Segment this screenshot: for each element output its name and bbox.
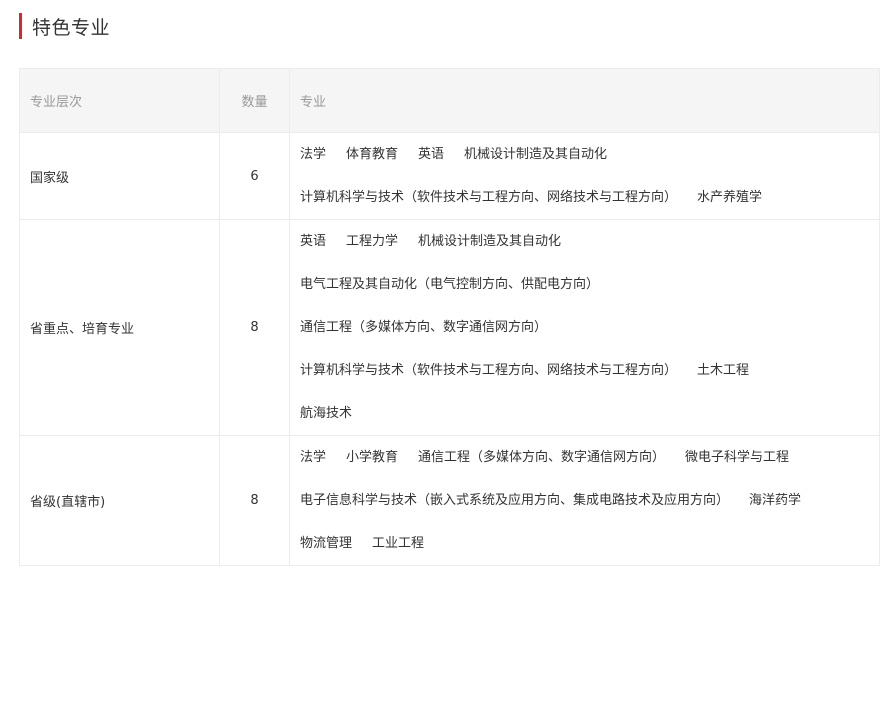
majors-table: 专业层次 数量 专业 国家级 6 法学 体育教育 英语 机械设计制造及其自动化 计算机科学与… [19, 68, 880, 566]
major-item: 英语 [300, 234, 327, 249]
section-accent-bar [19, 13, 22, 39]
major-item: 土木工程 [697, 363, 750, 378]
major-item: 小学教育 [346, 450, 399, 465]
majors-line: 航海技术 [300, 392, 869, 435]
header-count: 数量 [219, 68, 290, 133]
major-item: 工程力学 [346, 234, 399, 249]
major-item: 法学 [300, 450, 327, 465]
major-item: 机械设计制造及其自动化 [464, 147, 608, 162]
header-level: 专业层次 [19, 68, 220, 133]
major-item: 计算机科学与技术（软件技术与工程方向、网络技术与工程方向） [300, 190, 678, 205]
level-cell: 省级(直辖市) [19, 435, 220, 566]
majors-cell: 法学 体育教育 英语 机械设计制造及其自动化计算机科学与技术（软件技术与工程方向、网络… [289, 132, 880, 220]
count-cell: 6 [219, 132, 290, 220]
majors-cell: 法学 小学教育 通信工程（多媒体方向、数字通信网方向） 微电子科学与工程电子信息科学与… [289, 435, 880, 566]
major-item: 机械设计制造及其自动化 [418, 234, 562, 249]
major-item: 体育教育 [346, 147, 399, 162]
major-item: 通信工程（多媒体方向、数字通信网方向） [300, 320, 548, 335]
major-item: 法学 [300, 147, 327, 162]
majors-line: 电气工程及其自动化（电气控制方向、供配电方向） [300, 263, 869, 306]
major-item: 通信工程（多媒体方向、数字通信网方向） [418, 450, 666, 465]
section-header: 特色专业 [19, 13, 110, 39]
majors-line: 电子信息科学与技术（嵌入式系统及应用方向、集成电路技术及应用方向） 海洋药学 [300, 479, 869, 522]
table-header-row: 专业层次 数量 专业 [19, 68, 880, 133]
section-title: 特色专业 [32, 16, 111, 39]
majors-line: 计算机科学与技术（软件技术与工程方向、网络技术与工程方向） 水产养殖学 [300, 176, 869, 219]
table-row: 国家级 6 法学 体育教育 英语 机械设计制造及其自动化计算机科学与技术（软件技术与工程方… [19, 132, 880, 220]
majors-line: 法学 体育教育 英语 机械设计制造及其自动化 [300, 133, 869, 176]
majors-line: 计算机科学与技术（软件技术与工程方向、网络技术与工程方向） 土木工程 [300, 349, 869, 392]
major-item: 英语 [418, 147, 445, 162]
majors-line: 法学 小学教育 通信工程（多媒体方向、数字通信网方向） 微电子科学与工程 [300, 436, 869, 479]
count-cell: 8 [219, 435, 290, 566]
table-row: 省重点、培育专业 8 英语 工程力学 机械设计制造及其自动化电气工程及其自动化（电气控制… [19, 219, 880, 436]
majors-line: 通信工程（多媒体方向、数字通信网方向） [300, 306, 869, 349]
majors-line: 物流管理 工业工程 [300, 522, 869, 565]
major-item: 计算机科学与技术（软件技术与工程方向、网络技术与工程方向） [300, 363, 678, 378]
count-cell: 8 [219, 219, 290, 436]
major-item: 水产养殖学 [697, 190, 763, 205]
level-cell: 国家级 [19, 132, 220, 220]
major-item: 航海技术 [300, 406, 353, 421]
majors-line: 英语 工程力学 机械设计制造及其自动化 [300, 220, 869, 263]
major-item: 电气工程及其自动化（电气控制方向、供配电方向） [300, 277, 600, 292]
table-row: 省级(直辖市) 8 法学 小学教育 通信工程（多媒体方向、数字通信网方向） 微电子科学与工… [19, 435, 880, 566]
major-item: 微电子科学与工程 [685, 450, 790, 465]
table-body: 国家级 6 法学 体育教育 英语 机械设计制造及其自动化 计算机科学与技术（软件技术与工程方… [19, 132, 880, 566]
header-majors: 专业 [289, 68, 880, 133]
major-item: 物流管理 [300, 536, 353, 551]
majors-cell: 英语 工程力学 机械设计制造及其自动化电气工程及其自动化（电气控制方向、供配电方向）… [289, 219, 880, 436]
major-item: 工业工程 [372, 536, 425, 551]
level-cell: 省重点、培育专业 [19, 219, 220, 436]
major-item: 电子信息科学与技术（嵌入式系统及应用方向、集成电路技术及应用方向） [300, 493, 730, 508]
major-item: 海洋药学 [749, 493, 802, 508]
